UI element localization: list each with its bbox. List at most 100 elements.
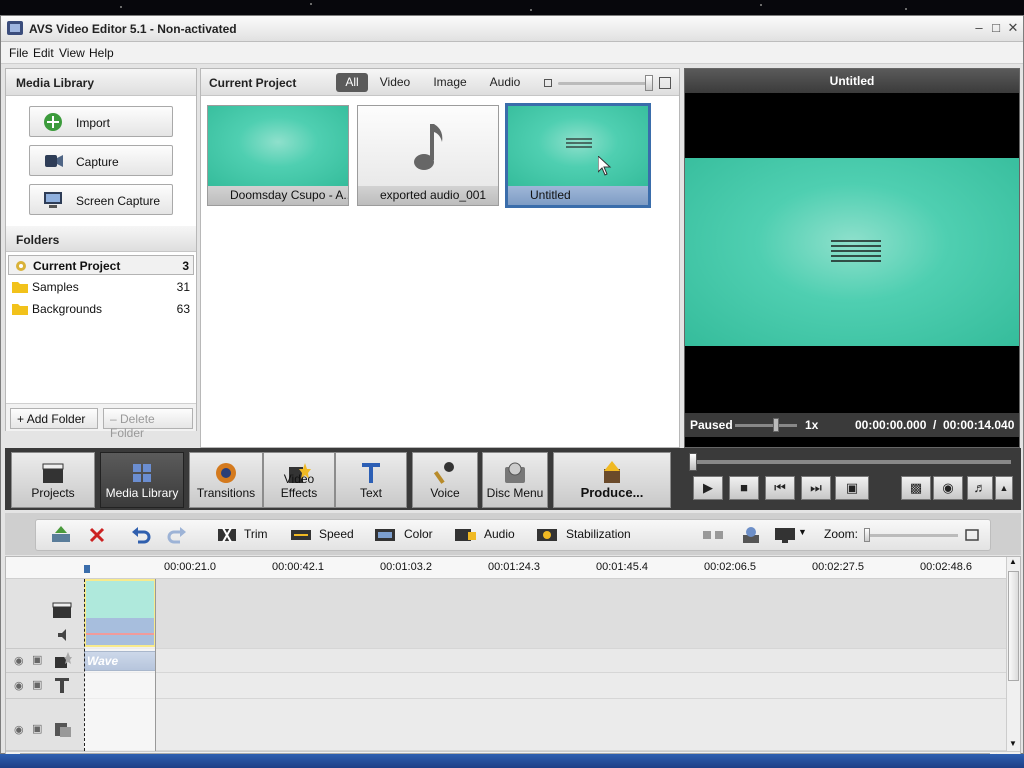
add-to-timeline-icon[interactable] (50, 526, 72, 544)
play-button[interactable]: ▶ (693, 476, 723, 500)
zoom-slider-thumb[interactable] (864, 528, 870, 542)
trim-button[interactable]: Trim (244, 527, 268, 541)
speaker-icon[interactable] (58, 629, 72, 641)
lock-icon[interactable]: ▣ (32, 678, 42, 691)
scroll-up-icon[interactable]: ▲ (1009, 557, 1017, 566)
seek-bar[interactable] (691, 460, 1011, 464)
overlay-track[interactable] (84, 699, 1006, 751)
fullscreen-button[interactable]: ▣ (835, 476, 869, 500)
stop-button[interactable]: ■ (729, 476, 759, 500)
module-voice[interactable]: Voice (412, 452, 478, 508)
small-size-icon (544, 79, 552, 87)
audio-button[interactable]: Audio (484, 527, 515, 541)
module-video-effects[interactable]: Video Effects (263, 452, 335, 508)
color-button[interactable]: Color (404, 527, 433, 541)
undo-icon[interactable] (130, 526, 152, 544)
display-options-icon[interactable] (774, 526, 796, 544)
module-label: Text (359, 486, 382, 500)
close-button[interactable]: ✕ (1005, 20, 1021, 36)
media-item-name: Untitled (508, 186, 648, 205)
effect-clip-wave[interactable]: Wave (84, 651, 156, 671)
module-transitions[interactable]: Transitions (189, 452, 263, 508)
visibility-eye-icon[interactable]: ◉ (14, 679, 24, 692)
text-track[interactable] (84, 673, 1006, 699)
lock-icon[interactable]: ▣ (32, 653, 42, 666)
module-projects[interactable]: Projects (11, 452, 95, 508)
timeline: 00:00:21.0 00:00:42.1 00:01:03.2 00:01:2… (5, 556, 1021, 764)
timeline-video-clip[interactable] (84, 579, 156, 647)
folder-samples[interactable]: Samples 31 (8, 277, 194, 297)
visibility-eye-icon[interactable]: ◉ (14, 654, 24, 667)
module-media-library[interactable]: Media Library (100, 452, 184, 508)
capture-button[interactable]: Capture (29, 145, 173, 176)
plus-icon: + (17, 412, 27, 426)
split-icon[interactable] (702, 526, 724, 544)
filter-video[interactable]: Video (375, 73, 415, 92)
menu-view[interactable]: View (59, 46, 85, 60)
fit-to-window-icon[interactable] (964, 526, 980, 544)
lock-icon[interactable]: ▣ (32, 722, 42, 735)
media-item-untitled[interactable]: Untitled (505, 103, 651, 208)
project-title: Current Project (209, 76, 297, 90)
import-button[interactable]: Import (29, 106, 173, 137)
text-track-header: ◉ ▣ (6, 673, 84, 699)
filter-all[interactable]: All (336, 73, 368, 92)
minimize-button[interactable]: – (971, 20, 987, 36)
filter-image[interactable]: Image (427, 73, 473, 92)
preview-title: Untitled (685, 69, 1019, 93)
speed-button[interactable]: Speed (319, 527, 354, 541)
next-frame-button[interactable]: ⏭ (801, 476, 831, 500)
folder-backgrounds[interactable]: Backgrounds 63 (8, 299, 194, 319)
seek-thumb[interactable] (689, 453, 697, 471)
add-folder-button[interactable]: + Add Folder (10, 408, 98, 429)
scroll-thumb[interactable] (1008, 571, 1019, 681)
folder-current-project[interactable]: Current Project 3 (8, 255, 194, 275)
color-icon[interactable] (374, 526, 396, 544)
module-label: Voice (430, 486, 460, 500)
visibility-eye-icon[interactable]: ◉ (14, 723, 24, 736)
chevron-down-icon[interactable]: ▼ (798, 527, 807, 537)
player-controls: ▶ ■ ⏮ ⏭ ▣ ▩ ◉ ♬ ▲ (683, 448, 1021, 510)
time-ruler[interactable]: 00:00:21.0 00:00:42.1 00:01:03.2 00:01:2… (6, 557, 1006, 579)
speed-slider[interactable] (735, 424, 797, 427)
play-icon: ▶ (703, 480, 713, 495)
menu-file[interactable]: File (9, 46, 28, 60)
desktop-background (0, 0, 1024, 16)
effects-track[interactable]: Wave (84, 649, 1006, 673)
screen-capture-button[interactable]: Screen Capture (29, 184, 173, 215)
module-text[interactable]: Text (335, 452, 407, 508)
audio-icon[interactable] (454, 526, 476, 544)
redo-icon[interactable] (166, 526, 188, 544)
media-item-exported-audio[interactable]: exported audio_001 (357, 105, 499, 206)
speed-icon[interactable] (290, 526, 312, 544)
zoom-slider[interactable] (866, 534, 958, 537)
preview-monitor-button[interactable]: ▩ (901, 476, 931, 500)
delete-folder-button[interactable]: – Delete Folder (103, 408, 193, 440)
video-track[interactable] (84, 579, 1006, 649)
volume-button[interactable]: ♬ (967, 476, 993, 500)
menu-edit[interactable]: Edit (33, 46, 54, 60)
module-disc-menu[interactable]: Disc Menu (482, 452, 548, 508)
timeline-vertical-scrollbar[interactable]: ▲ ▼ (1006, 557, 1020, 751)
maximize-button[interactable]: □ (988, 20, 1004, 36)
thumbnail-size-slider[interactable] (558, 82, 652, 85)
stabilization-icon[interactable] (536, 526, 558, 544)
record-narration-icon[interactable] (740, 526, 762, 544)
filter-audio[interactable]: Audio (485, 73, 525, 92)
scroll-down-icon[interactable]: ▼ (1009, 739, 1017, 748)
snapshot-button[interactable]: ◉ (933, 476, 963, 500)
playhead-marker[interactable] (84, 565, 90, 573)
volume-menu-button[interactable]: ▲ (995, 476, 1013, 500)
delete-icon[interactable] (86, 526, 108, 544)
media-item-doomsday[interactable]: Doomsday Csupo - A... (207, 105, 349, 206)
speed-slider-thumb[interactable] (773, 418, 779, 432)
previous-frame-button[interactable]: ⏮ (765, 476, 795, 500)
trim-icon[interactable] (216, 526, 238, 544)
stabilization-button[interactable]: Stabilization (566, 527, 631, 541)
capture-label: Capture (76, 155, 119, 169)
folder-icon (12, 282, 28, 293)
module-produce[interactable]: Produce... (553, 452, 671, 508)
screen-capture-label: Screen Capture (76, 194, 161, 208)
menu-help[interactable]: Help (89, 46, 114, 60)
slider-thumb[interactable] (645, 75, 653, 91)
